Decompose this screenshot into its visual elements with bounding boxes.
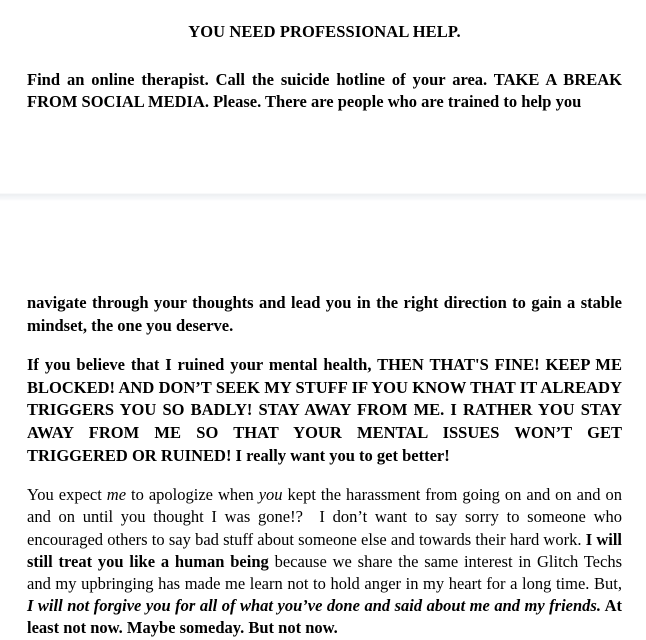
paragraph-blocked: If you believe that I ruined your mental…: [27, 355, 622, 465]
apology-run-3: to apologize when: [126, 485, 259, 505]
document-top-section: YOU NEED PROFESSIONAL HELP. Find an onli…: [0, 0, 646, 114]
apology-bold-italic-not-forgive: I will not forgive you for all of what y…: [27, 596, 601, 616]
document-bottom-section: navigate through your thoughts and lead …: [0, 292, 646, 640]
document-page: YOU NEED PROFESSIONAL HELP. Find an onli…: [0, 0, 646, 637]
page-break-divider: [0, 193, 646, 201]
paragraph-continuation: navigate through your thoughts and lead …: [27, 293, 622, 335]
paragraph-apology: You expect me to apologize when you kept…: [27, 484, 622, 639]
apology-run-1: You expect: [27, 485, 107, 505]
paragraph-intro: Find an online therapist. Call the suici…: [27, 69, 622, 112]
page-title: YOU NEED PROFESSIONAL HELP.: [188, 22, 461, 41]
apology-emphasis-you: you: [258, 485, 283, 505]
apology-emphasis-me: me: [106, 485, 127, 505]
